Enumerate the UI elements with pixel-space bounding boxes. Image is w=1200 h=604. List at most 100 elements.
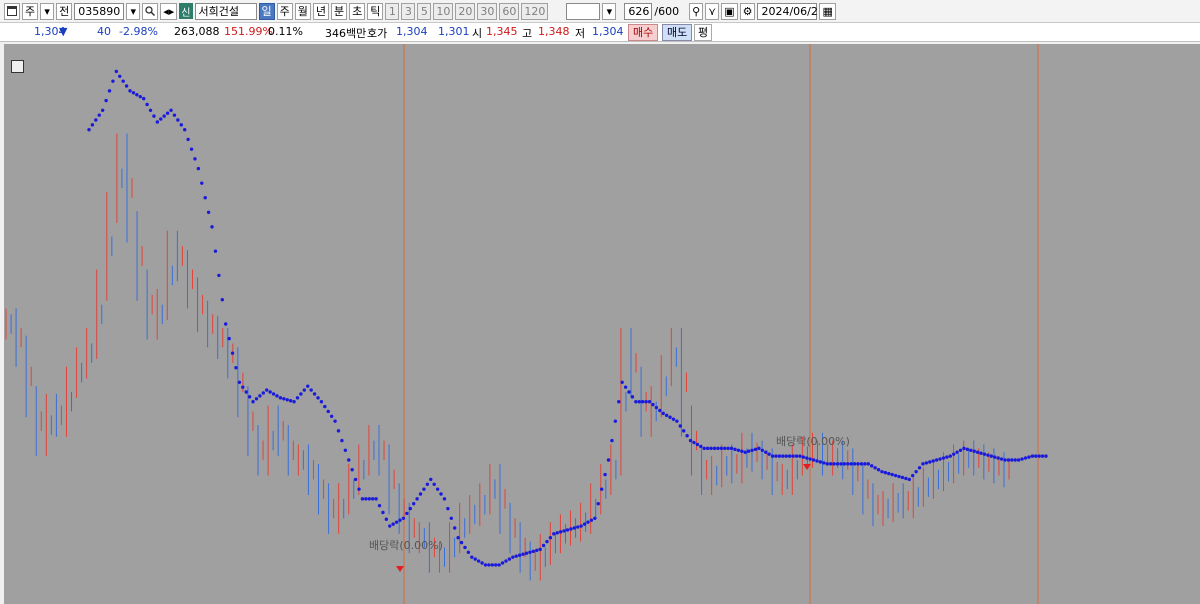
overlay-point bbox=[179, 123, 183, 127]
overlay-point bbox=[931, 459, 935, 463]
chart-toolbar: 주 ▾ 전 035890 ▾ ◂▸ 신 서희건설 일 주 월 년 분 초 틱 1… bbox=[0, 0, 1200, 23]
stock-name-field: 서희건설 bbox=[194, 2, 257, 20]
window-icon[interactable] bbox=[4, 2, 20, 20]
interval-chevron-down-icon[interactable]: ▾ bbox=[602, 2, 617, 20]
speaker-icon[interactable]: ◂▸ bbox=[160, 2, 178, 20]
period-label: 주 bbox=[279, 5, 290, 18]
period-tab-month[interactable]: 월 bbox=[294, 2, 311, 20]
interval-button[interactable]: 60 bbox=[499, 2, 520, 20]
overlay-point bbox=[234, 366, 238, 370]
overlay-point bbox=[746, 449, 751, 453]
overlay-point bbox=[247, 395, 252, 399]
period-tab-tick[interactable]: 틱 bbox=[367, 2, 384, 20]
overlay-point bbox=[569, 527, 573, 531]
calendar-icon[interactable]: ▦ bbox=[819, 2, 836, 20]
gear-icon[interactable]: ⚙ bbox=[739, 2, 756, 20]
buy-button[interactable]: 매수 bbox=[628, 24, 659, 41]
overlay-point bbox=[343, 448, 348, 452]
overlay-point bbox=[914, 469, 918, 474]
change-arrow: ▼ bbox=[59, 25, 68, 38]
overlay-point bbox=[941, 456, 946, 460]
overlay-point bbox=[326, 409, 330, 414]
overlay-point bbox=[531, 549, 536, 554]
pattern-icon[interactable]: ⋎ bbox=[705, 2, 720, 20]
overlay-point bbox=[586, 520, 590, 524]
overlay-point bbox=[993, 455, 997, 459]
overlay-point bbox=[381, 510, 385, 515]
overlay-point bbox=[521, 552, 525, 556]
count-input[interactable]: 626 bbox=[624, 2, 653, 20]
overlay-point bbox=[1003, 458, 1007, 462]
overlay-point bbox=[726, 446, 730, 451]
period-tab-year[interactable]: 년 bbox=[312, 2, 329, 20]
overlay-point bbox=[644, 400, 648, 404]
overlay-point bbox=[463, 545, 467, 550]
overlay-point bbox=[948, 454, 952, 458]
stock-code-input[interactable]: 035890 bbox=[74, 2, 125, 20]
chevron-down-icon[interactable]: ▾ bbox=[40, 2, 55, 20]
period-tab-day[interactable]: 일 bbox=[258, 2, 275, 20]
overlay-point bbox=[251, 400, 255, 404]
overlay-point bbox=[490, 563, 495, 567]
overlay-point bbox=[958, 448, 963, 452]
overlay-point bbox=[1044, 454, 1048, 458]
overlay-point bbox=[856, 462, 860, 466]
interval-button[interactable]: 10 bbox=[433, 2, 454, 20]
indicator-icon[interactable]: ⚲ bbox=[689, 2, 704, 20]
date-input[interactable]: 2024/06/21 bbox=[757, 2, 825, 20]
overlay-point bbox=[740, 449, 744, 453]
overlay-point bbox=[268, 390, 272, 394]
overlay-point bbox=[750, 448, 754, 452]
overlay-point bbox=[302, 388, 307, 392]
interval-button[interactable]: 3 bbox=[401, 2, 416, 20]
sell-button[interactable]: 매도 bbox=[662, 24, 693, 41]
trade-amount: 346백만 bbox=[325, 27, 367, 40]
overlay-point bbox=[630, 395, 635, 399]
overlay-point bbox=[846, 462, 850, 466]
overlay-point bbox=[617, 400, 621, 404]
overlay-point bbox=[606, 458, 611, 462]
overlay-point bbox=[265, 388, 269, 392]
interval-button[interactable]: 1 bbox=[385, 2, 400, 20]
code-dropdown-chevron-icon[interactable]: ▾ bbox=[126, 2, 141, 20]
overlay-point bbox=[893, 473, 898, 478]
mode-selector[interactable]: 주 bbox=[22, 2, 39, 20]
price-chart[interactable]: 배당락(0.00%) 배당락(0.00%) bbox=[4, 44, 1200, 604]
overlay-point bbox=[466, 550, 471, 554]
overlay-point bbox=[511, 555, 515, 559]
interval-label: 30 bbox=[480, 4, 495, 18]
overlay-point bbox=[562, 529, 566, 533]
interval-button[interactable]: 5 bbox=[417, 2, 432, 20]
interval-button[interactable]: 30 bbox=[477, 2, 498, 20]
overlay-point bbox=[87, 128, 91, 132]
overlay-point bbox=[911, 473, 915, 478]
overlay-point bbox=[736, 448, 741, 452]
market-dropdown[interactable]: 전 bbox=[56, 2, 73, 20]
save-icon[interactable]: ▣ bbox=[721, 2, 738, 20]
overlay-point bbox=[733, 447, 737, 452]
low-price: 1,304 bbox=[592, 25, 624, 38]
overlay-point bbox=[938, 457, 942, 461]
overlay-point bbox=[418, 492, 423, 496]
period-tab-second[interactable]: 초 bbox=[349, 2, 366, 20]
interval-button[interactable]: 20 bbox=[455, 2, 476, 20]
overlay-point bbox=[483, 563, 488, 567]
overlay-point bbox=[459, 540, 464, 545]
period-label: 분 bbox=[334, 5, 345, 18]
period-tab-week[interactable]: 주 bbox=[276, 2, 293, 20]
overlay-point bbox=[839, 462, 843, 466]
overlay-point bbox=[890, 472, 894, 477]
count-total: /600 bbox=[654, 4, 680, 18]
search-icon[interactable] bbox=[142, 2, 159, 20]
overlay-point bbox=[634, 400, 638, 404]
period-tab-minute[interactable]: 분 bbox=[331, 2, 348, 20]
overlay-point bbox=[805, 456, 809, 460]
overlay-point bbox=[989, 454, 994, 458]
eval-button[interactable]: 평 bbox=[694, 24, 713, 41]
custom-interval-input[interactable] bbox=[566, 2, 601, 20]
overlay-point bbox=[299, 392, 303, 396]
overlay-point bbox=[224, 322, 228, 326]
overlay-point bbox=[360, 497, 365, 501]
overlay-point bbox=[285, 398, 289, 402]
interval-button[interactable]: 120 bbox=[521, 2, 549, 20]
